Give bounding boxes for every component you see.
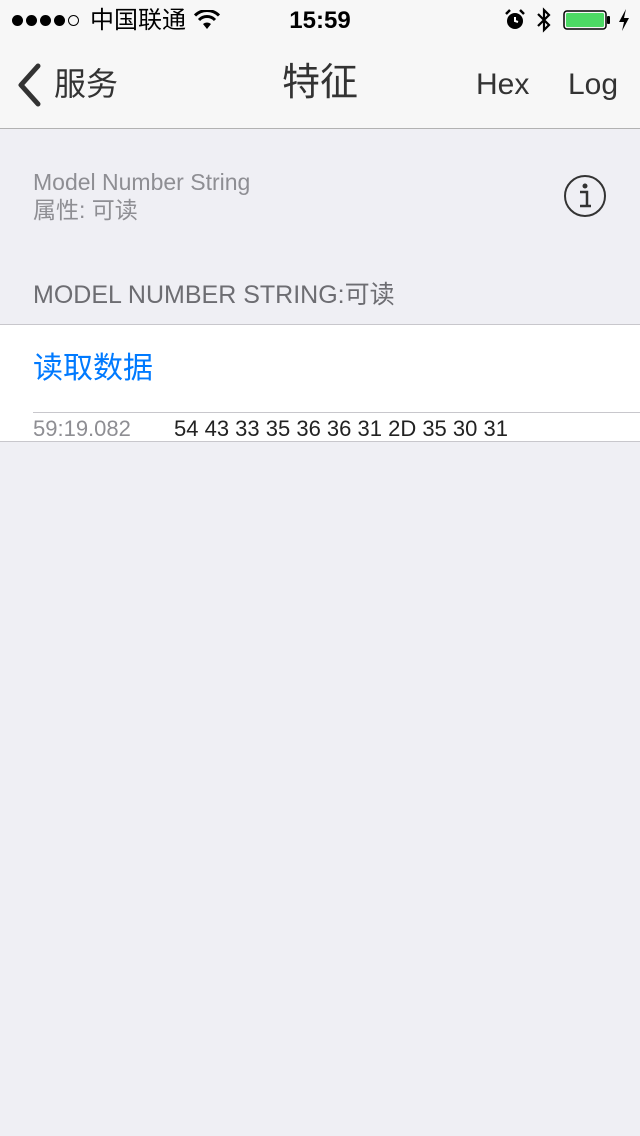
- back-button[interactable]: 服务: [54, 64, 118, 104]
- section-header: MODEL NUMBER STRING:可读: [33, 281, 395, 309]
- read-data-button[interactable]: 读取数据: [33, 349, 153, 389]
- page-title: 特征: [281, 62, 358, 104]
- status-bar: 中国联通 15:59: [0, 0, 640, 40]
- row-divider: [33, 412, 640, 413]
- battery-icon: [563, 10, 610, 30]
- charging-icon: [619, 9, 629, 31]
- data-section: 读取数据 59:19.082 54 43 33 35 36 36 31 2D 3…: [0, 324, 640, 442]
- log-button[interactable]: Log: [568, 66, 618, 104]
- alarm-icon: [505, 9, 525, 29]
- info-icon[interactable]: [563, 174, 607, 218]
- bluetooth-icon: [537, 7, 551, 33]
- navigation-bar: 服务 特征 Hex Log: [0, 40, 640, 129]
- characteristic-name: Model Number String: [33, 169, 251, 195]
- entry-timestamp: 59:19.082: [33, 416, 131, 441]
- hex-button[interactable]: Hex: [476, 66, 529, 104]
- entry-value: 54 43 33 35 36 36 31 2D 35 30 31: [174, 416, 508, 441]
- characteristic-properties: 属性: 可读: [33, 197, 138, 223]
- chevron-left-icon[interactable]: [16, 63, 44, 107]
